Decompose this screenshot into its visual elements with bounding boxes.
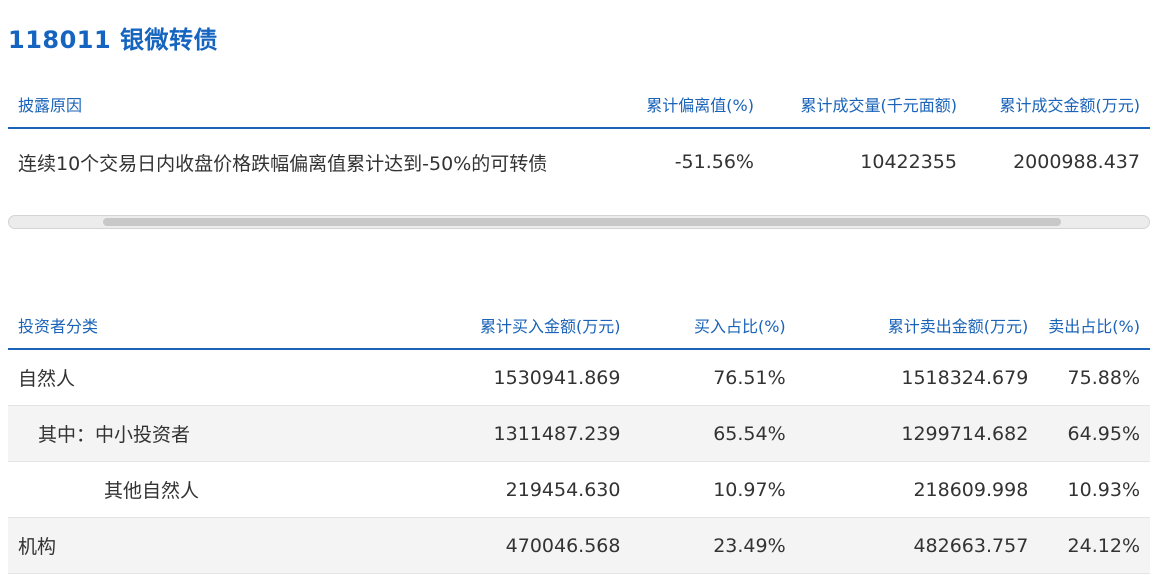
investor-table: 投资者分类 累计买入金额(万元) 买入占比(%) 累计卖出金额(万元) 卖出占比…	[8, 302, 1150, 574]
sell-amount: 1299714.682	[795, 405, 1039, 462]
sell-ratio: 24.12%	[1038, 517, 1150, 574]
header-sell-amount: 累计卖出金额(万元)	[795, 302, 1039, 350]
cumulative-volume: 10422355	[860, 151, 957, 173]
page-title: 118011 银微转债	[8, 26, 219, 54]
header-cumulative-deviation: 累计偏离值(%)	[574, 80, 764, 129]
sell-amount: 1518324.679	[795, 349, 1039, 406]
scrollbar-thumb[interactable]	[103, 218, 1061, 226]
buy-amount: 1311487.239	[323, 405, 631, 462]
buy-amount: 470046.568	[323, 517, 631, 574]
sell-ratio: 10.93%	[1038, 461, 1150, 518]
buy-ratio: 76.51%	[630, 349, 796, 406]
cumulative-amount: 2000988.437	[1013, 151, 1140, 173]
investor-category: 其中：中小投资者	[8, 405, 324, 462]
disclosure-header-row: 披露原因 累计偏离值(%) 累计成交量(千元面额) 累计成交金额(万元)	[8, 80, 1150, 129]
cumulative-deviation: -51.56%	[674, 151, 754, 173]
sell-amount: 218609.998	[795, 461, 1039, 518]
header-buy-ratio: 买入占比(%)	[630, 302, 796, 350]
header-buy-amount: 累计买入金额(万元)	[323, 302, 631, 350]
header-investor-category: 投资者分类	[8, 302, 324, 350]
header-cumulative-volume: 累计成交量(千元面额)	[764, 80, 967, 129]
investor-category: 机构	[8, 517, 324, 574]
table-row: 其他自然人 219454.630 10.97% 218609.998 10.93…	[8, 461, 1150, 518]
disclosure-reason: 连续10个交易日内收盘价格跌幅偏离值累计达到-50%的可转债	[18, 152, 548, 175]
table-row: 连续10个交易日内收盘价格跌幅偏离值累计达到-50%的可转债 -51.56% 1…	[8, 128, 1150, 195]
investor-header-row: 投资者分类 累计买入金额(万元) 买入占比(%) 累计卖出金额(万元) 卖出占比…	[8, 302, 1150, 350]
sell-amount: 482663.757	[795, 517, 1039, 574]
disclosure-table: 披露原因 累计偏离值(%) 累计成交量(千元面额) 累计成交金额(万元) 连续1…	[8, 80, 1150, 195]
investor-category: 其他自然人	[8, 461, 324, 518]
table-row: 其中：中小投资者 1311487.239 65.54% 1299714.682 …	[8, 405, 1150, 462]
horizontal-scrollbar[interactable]	[8, 215, 1150, 229]
sell-ratio: 64.95%	[1038, 405, 1150, 462]
buy-ratio: 23.49%	[630, 517, 796, 574]
buy-amount: 219454.630	[323, 461, 631, 518]
header-disclosure-reason: 披露原因	[8, 80, 574, 129]
table-row: 自然人 1530941.869 76.51% 1518324.679 75.88…	[8, 349, 1150, 406]
header-cumulative-amount: 累计成交金额(万元)	[967, 80, 1150, 129]
table-row: 机构 470046.568 23.49% 482663.757 24.12%	[8, 517, 1150, 574]
sell-ratio: 75.88%	[1038, 349, 1150, 406]
buy-ratio: 10.97%	[630, 461, 796, 518]
buy-amount: 1530941.869	[323, 349, 631, 406]
investor-category: 自然人	[8, 349, 324, 406]
buy-ratio: 65.54%	[630, 405, 796, 462]
header-sell-ratio: 卖出占比(%)	[1038, 302, 1150, 350]
